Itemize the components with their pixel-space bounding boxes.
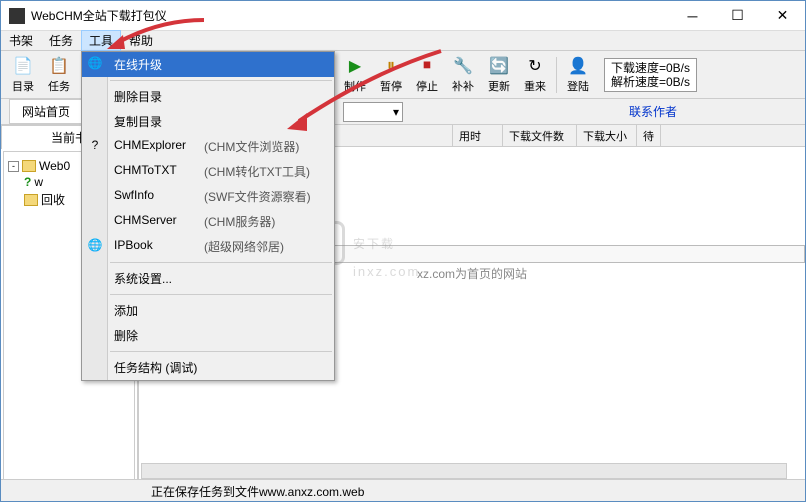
horizontal-scrollbar[interactable] — [141, 463, 787, 479]
question-icon: ? — [24, 175, 31, 189]
app-icon — [9, 8, 25, 24]
menu-item-label: 删除 — [114, 327, 204, 344]
menu-separator — [110, 351, 332, 352]
speed-display: 下载速度=0B/s 解析速度=0B/s — [604, 58, 697, 92]
col-filecount[interactable]: 下载文件数 — [503, 125, 577, 146]
refresh-icon: 🔄 — [489, 56, 509, 76]
folder-icon — [24, 194, 38, 206]
menu-item-ipbook[interactable]: 🌐 IPBook(超级网络邻居) — [82, 234, 334, 259]
menu-item-icon: 🌐 — [87, 237, 103, 253]
toolbar-separator — [556, 57, 557, 93]
toolbar-task[interactable]: 📋 任务 — [41, 53, 77, 97]
wrench-icon: 🔧 — [453, 56, 473, 76]
menu-separator — [110, 80, 332, 81]
menu-item-icon: ? — [87, 137, 103, 153]
col-pending[interactable]: 待 — [637, 125, 661, 146]
contact-link[interactable]: 联系作者 — [629, 103, 677, 120]
menu-item-label: CHMToTXT — [114, 163, 204, 180]
menu-task[interactable]: 任务 — [41, 30, 81, 51]
menu-item-note: (CHM转化TXT工具) — [204, 163, 310, 180]
menu-bookshelf[interactable]: 书架 — [1, 30, 41, 51]
folder-icon — [22, 160, 36, 172]
menu-item--[interactable]: 🌐 在线升级 — [82, 52, 334, 77]
menu-help[interactable]: 帮助 — [121, 30, 161, 51]
menu-separator — [110, 262, 332, 263]
user-icon: 👤 — [568, 56, 588, 76]
menu-item-label: 系统设置... — [114, 270, 204, 287]
menu-item--[interactable]: 任务结构 (调试) — [82, 355, 334, 380]
toolbar-pause[interactable]: ⏸暂停 — [373, 53, 409, 97]
menu-item--[interactable]: 删除 — [82, 323, 334, 348]
toolbar-patch[interactable]: 🔧补补 — [445, 53, 481, 97]
toolbar-redo[interactable]: ↻重来 — [517, 53, 553, 97]
pause-icon: ⏸ — [381, 56, 401, 76]
menu-item-label: IPBook — [114, 238, 204, 255]
menu-item-label: 添加 — [114, 302, 204, 319]
watermark-sub: inxz.com — [353, 264, 420, 279]
toolbar-update[interactable]: 🔄更新 — [481, 53, 517, 97]
redo-icon: ↻ — [525, 56, 545, 76]
maximize-button[interactable]: ☐ — [715, 1, 760, 30]
parse-speed: 解析速度=0B/s — [611, 75, 690, 89]
col-time[interactable]: 用时 — [453, 125, 503, 146]
status-text: 正在保存任务到文件www.anxz.com.web — [151, 485, 364, 499]
tools-dropdown: 🌐在线升级删除目录复制目录?CHMExplorer(CHM文件浏览器)CHMTo… — [81, 51, 335, 381]
play-icon: ▶ — [345, 56, 365, 76]
titlebar: WebCHM全站下载打包仪 ─ ☐ ✕ — [1, 1, 805, 31]
menu-item-label: 在线升级 — [114, 56, 204, 73]
menu-item-label: CHMServer — [114, 213, 204, 230]
watermark-text: 安下载 — [353, 235, 395, 252]
menu-item-note: (超级网络邻居) — [204, 238, 284, 255]
menu-item-label: CHMExplorer — [114, 138, 204, 155]
menu-item-chmtotxt[interactable]: CHMToTXT(CHM转化TXT工具) — [82, 159, 334, 184]
menu-item-label: 删除目录 — [114, 88, 204, 105]
tree-label: Web0 — [39, 159, 70, 173]
menu-item-label: SwfInfo — [114, 188, 204, 205]
stop-icon: ⏹ — [417, 56, 437, 76]
app-window: WebCHM全站下载打包仪 ─ ☐ ✕ 书架 任务 工具 帮助 📄 目录 📋 任… — [0, 0, 806, 502]
menubar: 书架 任务 工具 帮助 — [1, 31, 805, 51]
chevron-down-icon: ▾ — [393, 105, 399, 119]
menu-item--[interactable]: 删除目录 — [82, 84, 334, 109]
toolbar-stop[interactable]: ⏹停止 — [409, 53, 445, 97]
col-size[interactable]: 下载大小 — [577, 125, 637, 146]
menu-separator — [110, 294, 332, 295]
minimize-button[interactable]: ─ — [670, 1, 715, 30]
menu-item-swfinfo[interactable]: SwfInfo(SWF文件资源察看) — [82, 184, 334, 209]
combo-dropdown[interactable]: ▾ — [343, 102, 403, 122]
menu-item-note: (CHM文件浏览器) — [204, 138, 299, 155]
progress-text: xz.com为首页的网站 — [417, 265, 527, 282]
menu-item-chmexplorer[interactable]: ? CHMExplorer(CHM文件浏览器) — [82, 134, 334, 159]
menu-item-icon: 🌐 — [87, 55, 103, 71]
homepage-tab[interactable]: 网站首页 — [9, 99, 83, 124]
expand-icon[interactable]: - — [8, 161, 19, 172]
menu-item--[interactable]: 系统设置... — [82, 266, 334, 291]
toolbar-login[interactable]: 👤登陆 — [560, 53, 596, 97]
task-icon: 📋 — [49, 56, 69, 76]
window-title: WebCHM全站下载打包仪 — [31, 7, 670, 24]
menu-item-label: 复制目录 — [114, 113, 204, 130]
tree-label: 回收 — [41, 191, 65, 208]
toolbar-catalog[interactable]: 📄 目录 — [5, 53, 41, 97]
menu-item--[interactable]: 添加 — [82, 298, 334, 323]
statusbar: 正在保存任务到文件www.anxz.com.web — [1, 479, 805, 501]
menu-item--[interactable]: 复制目录 — [82, 109, 334, 134]
menu-tools[interactable]: 工具 — [81, 30, 121, 51]
catalog-icon: 📄 — [13, 56, 33, 76]
menu-item-chmserver[interactable]: CHMServer(CHM服务器) — [82, 209, 334, 234]
close-button[interactable]: ✕ — [760, 1, 805, 30]
toolbar-make[interactable]: ▶制作 — [337, 53, 373, 97]
menu-item-note: (SWF文件资源察看) — [204, 188, 311, 205]
download-speed: 下载速度=0B/s — [611, 61, 690, 75]
menu-item-note: (CHM服务器) — [204, 213, 275, 230]
menu-item-label: 任务结构 (调试) — [114, 359, 204, 376]
tree-label: w — [34, 175, 43, 189]
